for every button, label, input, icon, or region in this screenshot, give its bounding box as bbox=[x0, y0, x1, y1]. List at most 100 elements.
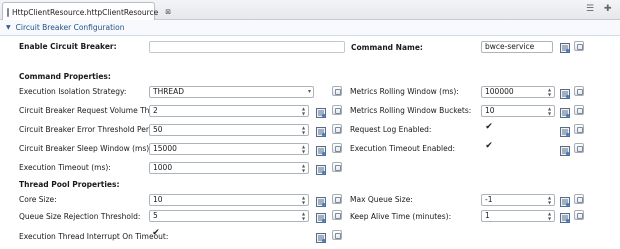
sleep-window-input[interactable]: 15000 ▲ ▼ bbox=[149, 143, 309, 155]
editor-tab-bar: HttpClientResource.httpClientResource ⊠ … bbox=[0, 0, 620, 21]
spin-down-icon[interactable]: ▼ bbox=[300, 149, 307, 154]
mapping-icon[interactable] bbox=[560, 146, 570, 156]
keep-alive-time-label: Keep Alive Time (minutes): bbox=[350, 212, 452, 221]
command-name-label: Command Name: bbox=[351, 43, 423, 52]
mapping-icon[interactable] bbox=[560, 108, 570, 118]
request-log-enabled-checkbox[interactable]: ✔ bbox=[484, 122, 494, 132]
spin-down-icon[interactable]: ▼ bbox=[300, 168, 307, 173]
spinner[interactable]: ▲ ▼ bbox=[300, 144, 307, 154]
reset-button[interactable] bbox=[574, 143, 584, 153]
reset-button[interactable] bbox=[332, 124, 342, 134]
reset-button[interactable] bbox=[574, 194, 584, 204]
reset-button[interactable] bbox=[574, 124, 584, 134]
execution-timeout-value: 1000 bbox=[153, 163, 173, 172]
reset-button[interactable] bbox=[332, 105, 342, 115]
collapse-twisty-icon[interactable]: ▼ bbox=[6, 24, 11, 31]
spinner[interactable]: ▲ ▼ bbox=[546, 106, 553, 116]
menu-icon[interactable]: ☰ bbox=[586, 4, 594, 14]
spinner[interactable]: ▲ ▼ bbox=[300, 163, 307, 173]
reset-button[interactable] bbox=[332, 86, 342, 96]
section-header[interactable]: ▼ Circuit Breaker Configuration bbox=[0, 20, 620, 36]
mapping-icon[interactable] bbox=[560, 213, 570, 223]
thread-pool-properties-header: Thread Pool Properties: bbox=[19, 180, 120, 189]
metrics-rolling-window-label: Metrics Rolling Window (ms): bbox=[350, 87, 459, 96]
queue-rejection-threshold-input[interactable]: 5 ▲ ▼ bbox=[149, 210, 309, 222]
command-name-input[interactable]: bwce-service bbox=[481, 41, 553, 53]
max-queue-size-input[interactable]: -1 ▲ ▼ bbox=[481, 194, 555, 206]
spinner[interactable]: ▲ ▼ bbox=[546, 211, 553, 221]
request-log-enabled-label: Request Log Enabled: bbox=[350, 125, 432, 134]
reset-button[interactable] bbox=[332, 230, 342, 240]
execution-timeout-enabled-label: Execution Timeout Enabled: bbox=[350, 144, 456, 153]
tab-title: HttpClientResource.httpClientResource bbox=[12, 7, 159, 17]
thread-interrupt-on-timeout-checkbox[interactable]: ✔ bbox=[151, 228, 161, 238]
isolation-strategy-label: Execution Isolation Strategy: bbox=[19, 87, 127, 96]
enable-circuit-breaker-row-field bbox=[149, 41, 345, 53]
reset-button[interactable] bbox=[574, 105, 584, 115]
editor-tab[interactable]: HttpClientResource.httpClientResource ⊠ bbox=[2, 2, 171, 21]
mapping-icon[interactable] bbox=[316, 108, 326, 118]
core-size-label: Core Size: bbox=[19, 195, 57, 204]
command-properties-header: Command Properties: bbox=[19, 72, 111, 81]
error-threshold-value: 50 bbox=[153, 125, 163, 134]
max-queue-size-label: Max Queue Size: bbox=[350, 195, 413, 204]
isolation-strategy-select[interactable]: THREAD ▾ bbox=[149, 86, 314, 98]
keep-alive-time-value: 1 bbox=[485, 211, 490, 220]
sleep-window-value: 15000 bbox=[153, 144, 177, 153]
pin-icon[interactable]: ✚ bbox=[604, 4, 612, 14]
reset-button[interactable] bbox=[574, 41, 584, 51]
core-size-input[interactable]: 10 ▲ ▼ bbox=[149, 194, 309, 206]
metrics-rolling-window-value: 100000 bbox=[485, 87, 514, 96]
metrics-rolling-window-input[interactable]: 100000 ▲ ▼ bbox=[481, 86, 555, 98]
chevron-down-icon[interactable]: ▾ bbox=[308, 87, 311, 97]
queue-rejection-threshold-value: 5 bbox=[153, 211, 158, 220]
mapping-icon[interactable] bbox=[560, 89, 570, 99]
spinner[interactable]: ▲ ▼ bbox=[546, 87, 553, 97]
close-icon[interactable]: ⊠ bbox=[165, 8, 171, 16]
mapping-icon[interactable] bbox=[316, 213, 326, 223]
error-threshold-input[interactable]: 50 ▲ ▼ bbox=[149, 124, 309, 136]
mapping-icon[interactable] bbox=[316, 165, 326, 175]
mapping-icon[interactable] bbox=[316, 146, 326, 156]
execution-timeout-label: Execution Timeout (ms): bbox=[19, 163, 111, 172]
spin-down-icon[interactable]: ▼ bbox=[546, 200, 553, 205]
enable-circuit-breaker-label: Enable Circuit Breaker: bbox=[19, 42, 117, 51]
spinner[interactable]: ▲ ▼ bbox=[300, 211, 307, 221]
mapping-icon[interactable] bbox=[560, 197, 570, 207]
mapping-icon[interactable] bbox=[316, 197, 326, 207]
spin-down-icon[interactable]: ▼ bbox=[300, 111, 307, 116]
spin-down-icon[interactable]: ▼ bbox=[300, 200, 307, 205]
reset-button[interactable] bbox=[574, 86, 584, 96]
reset-button[interactable] bbox=[332, 162, 342, 172]
reset-button[interactable] bbox=[574, 210, 584, 220]
reset-button[interactable] bbox=[332, 143, 342, 153]
reset-button[interactable] bbox=[332, 194, 342, 204]
spinner[interactable]: ▲ ▼ bbox=[300, 195, 307, 205]
section-title: Circuit Breaker Configuration bbox=[15, 23, 125, 32]
file-icon bbox=[7, 7, 9, 17]
execution-timeout-input[interactable]: 1000 ▲ ▼ bbox=[149, 162, 309, 174]
mapping-icon[interactable] bbox=[316, 233, 326, 243]
mapping-icon[interactable] bbox=[560, 127, 570, 137]
volume-threshold-input[interactable]: 2 ▲ ▼ bbox=[149, 105, 309, 117]
rolling-window-buckets-value: 10 bbox=[485, 106, 495, 115]
keep-alive-time-input[interactable]: 1 ▲ ▼ bbox=[481, 210, 555, 222]
spin-down-icon[interactable]: ▼ bbox=[546, 92, 553, 97]
max-queue-size-value: -1 bbox=[485, 195, 493, 204]
rolling-window-buckets-input[interactable]: 10 ▲ ▼ bbox=[481, 105, 555, 117]
mapping-icon[interactable] bbox=[316, 127, 326, 137]
execution-timeout-enabled-checkbox[interactable]: ✔ bbox=[484, 141, 494, 151]
spinner[interactable]: ▲ ▼ bbox=[300, 106, 307, 116]
spin-down-icon[interactable]: ▼ bbox=[546, 216, 553, 221]
spin-down-icon[interactable]: ▼ bbox=[300, 130, 307, 135]
mapping-icon[interactable] bbox=[560, 43, 570, 53]
spinner[interactable]: ▲ ▼ bbox=[300, 125, 307, 135]
spin-down-icon[interactable]: ▼ bbox=[300, 216, 307, 221]
spin-down-icon[interactable]: ▼ bbox=[546, 111, 553, 116]
spinner[interactable]: ▲ ▼ bbox=[546, 195, 553, 205]
core-size-value: 10 bbox=[153, 195, 163, 204]
reset-button[interactable] bbox=[332, 210, 342, 220]
rolling-window-buckets-label: Metrics Rolling Window Buckets: bbox=[350, 106, 472, 115]
isolation-strategy-value: THREAD bbox=[153, 87, 185, 96]
thread-interrupt-on-timeout-label: Execution Thread Interrupt On Timeout: bbox=[19, 232, 169, 241]
